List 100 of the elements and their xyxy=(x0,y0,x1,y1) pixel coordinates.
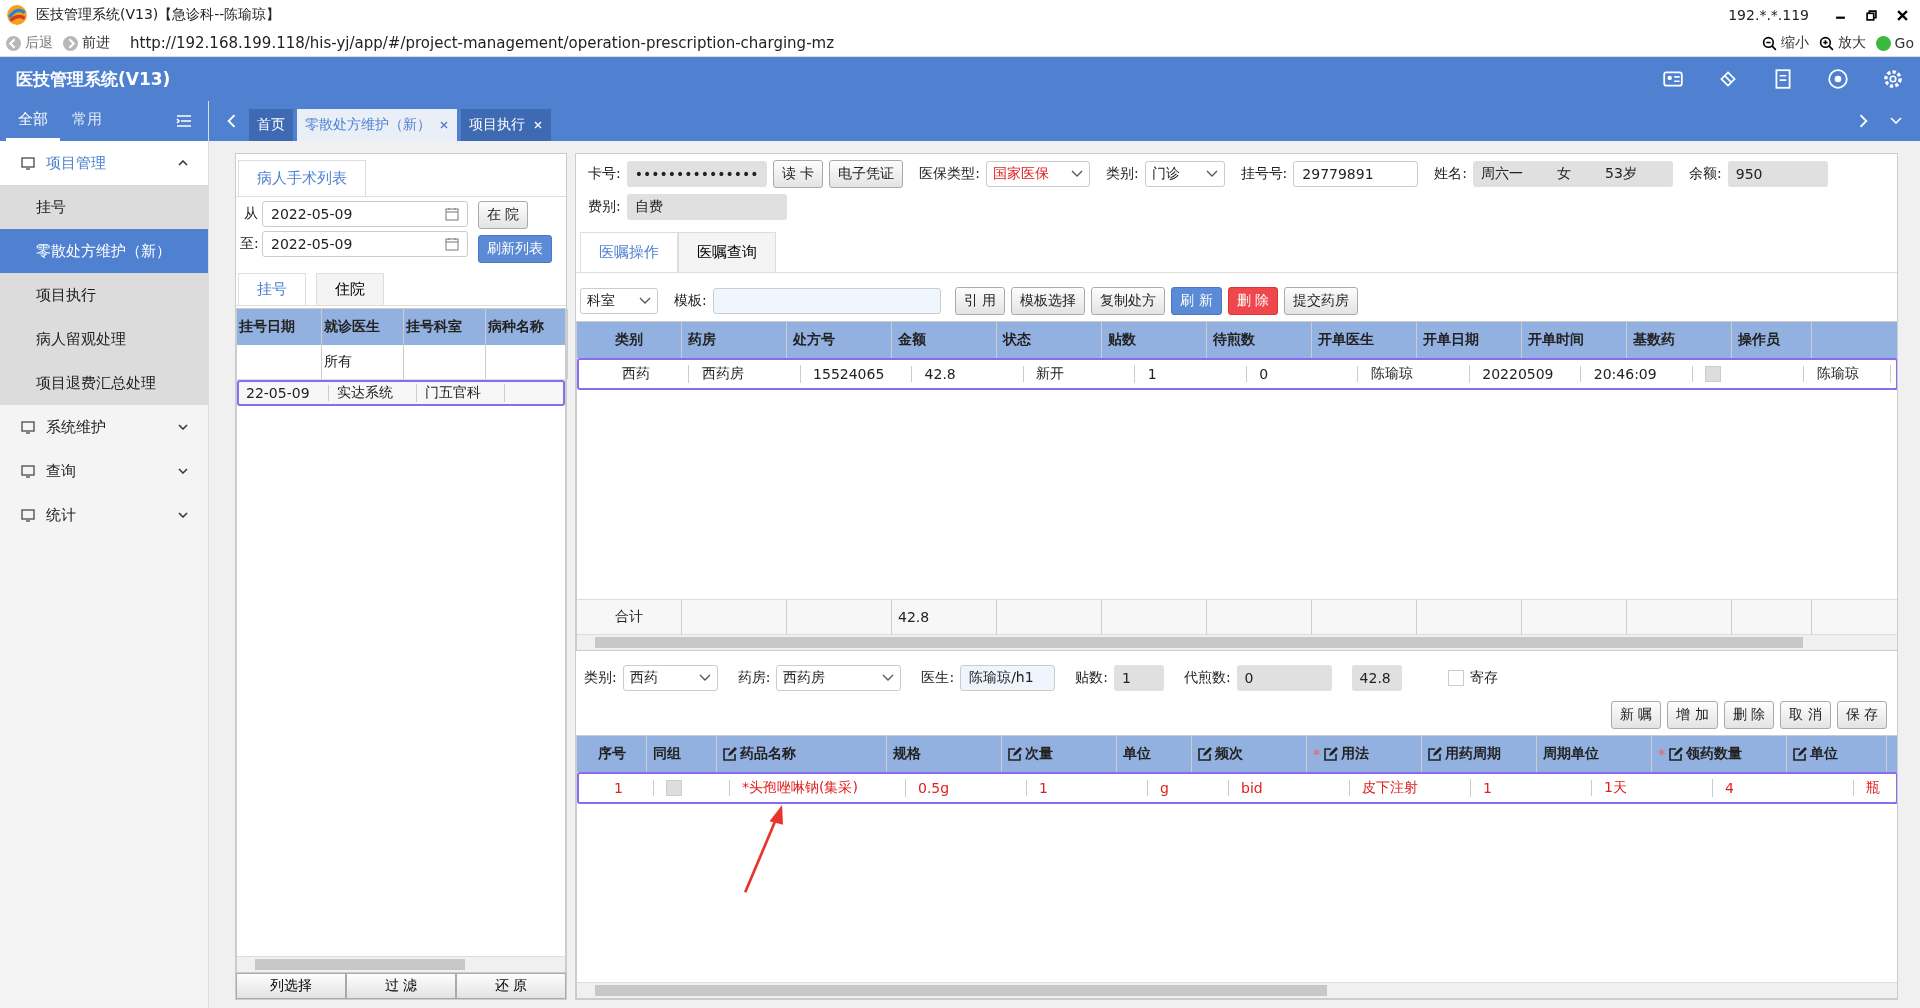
settings-icon[interactable] xyxy=(1882,68,1904,90)
zoom-out-button[interactable]: 缩小 xyxy=(1761,34,1809,52)
column-header[interactable]: 规格 xyxy=(887,736,1002,772)
toolbar-button[interactable]: 引 用 xyxy=(954,287,1006,315)
card-button[interactable]: 读 卡 xyxy=(772,160,824,188)
calendar-icon[interactable] xyxy=(445,207,459,221)
column-header[interactable]: 挂号日期 xyxy=(237,309,322,345)
column-header[interactable]: 频次 xyxy=(1192,736,1307,772)
column-header[interactable]: 开单时间 xyxy=(1522,322,1627,358)
menu-item[interactable]: 病人留观处理 xyxy=(0,317,208,361)
zoom-in-button[interactable]: 放大 xyxy=(1818,34,1866,52)
restore-icon[interactable] xyxy=(1866,9,1877,21)
menu-group[interactable]: 项目管理 xyxy=(0,141,208,185)
column-header[interactable]: 基数药 xyxy=(1627,322,1732,358)
horizontal-scrollbar[interactable] xyxy=(577,634,1897,650)
action-button[interactable]: 新 嘱 xyxy=(1610,701,1662,729)
column-header[interactable]: * 用法 xyxy=(1307,736,1422,772)
go-button[interactable]: Go xyxy=(1875,35,1914,51)
toolbar-button[interactable]: 模板选择 xyxy=(1011,287,1086,315)
column-header[interactable]: * 领药数量 xyxy=(1652,736,1787,772)
column-header[interactable]: 开单日期 xyxy=(1417,322,1522,358)
forward-icon xyxy=(63,35,78,51)
panel-button[interactable]: 在 院 xyxy=(478,201,529,229)
date-field[interactable]: 2022-05-09 xyxy=(262,201,468,227)
registration-field[interactable]: 29779891 xyxy=(1293,161,1419,187)
horizontal-scrollbar[interactable] xyxy=(237,956,565,972)
menu-item[interactable]: 零散处方维护（新） xyxy=(0,229,208,273)
doctor-field[interactable]: 陈瑜琼/h1 xyxy=(960,665,1056,691)
action-button[interactable]: 删 除 xyxy=(1723,701,1775,729)
scroll-left-icon[interactable] xyxy=(225,114,237,128)
field-label: 类别: xyxy=(1105,165,1139,183)
action-button[interactable]: 增 加 xyxy=(1667,701,1718,729)
column-header[interactable]: 处方号 xyxy=(787,322,892,358)
footer-button[interactable]: 还 原 xyxy=(456,973,566,999)
pharmacy-select[interactable]: 西药房 xyxy=(776,665,902,691)
checkbox[interactable] xyxy=(666,780,682,796)
forward-button[interactable]: 前进 xyxy=(63,34,110,52)
back-button[interactable]: 后退 xyxy=(6,34,53,52)
table-cell: 1天 xyxy=(1604,779,1627,797)
column-header[interactable]: 状态 xyxy=(997,322,1102,358)
column-header[interactable]: 贴数 xyxy=(1102,322,1207,358)
column-header[interactable]: 同组 xyxy=(647,736,717,772)
menu-item[interactable]: 项目退费汇总处理 xyxy=(0,361,208,405)
column-header[interactable]: 类别 xyxy=(577,322,682,358)
column-header[interactable]: 周期单位 xyxy=(1537,736,1652,772)
column-header[interactable]: 用药周期 xyxy=(1422,736,1537,772)
menu-item[interactable]: 挂号 xyxy=(0,185,208,229)
action-button[interactable]: 保 存 xyxy=(1836,701,1887,729)
page-tab[interactable]: 首页 xyxy=(249,109,293,141)
category-select[interactable]: 门诊 xyxy=(1144,161,1225,187)
template-field[interactable] xyxy=(712,288,941,314)
panel-tab[interactable]: 病人手术列表 xyxy=(238,160,366,196)
date-field[interactable]: 2022-05-09 xyxy=(262,231,468,257)
page-tab[interactable]: 零散处方维护（新） xyxy=(297,109,457,141)
column-header[interactable]: 开单医生 xyxy=(1312,322,1417,358)
toolbar-button[interactable]: 提交药房 xyxy=(1284,287,1359,315)
menu-item[interactable]: 项目执行 xyxy=(0,273,208,317)
column-header[interactable]: 操作员 xyxy=(1732,322,1812,358)
column-header[interactable]: 金额 xyxy=(892,322,997,358)
edit-icon xyxy=(1324,747,1339,761)
footer-button[interactable]: 过 滤 xyxy=(346,973,456,999)
calendar-icon[interactable] xyxy=(445,237,459,251)
department-select[interactable]: 科室 xyxy=(580,288,658,314)
table-cell: 1 xyxy=(1039,780,1048,796)
page-tab[interactable]: 项目执行 xyxy=(461,109,551,141)
column-header[interactable]: 待煎数 xyxy=(1207,322,1312,358)
column-header[interactable]: 单位 xyxy=(1117,736,1192,772)
table-row[interactable]: 1 *头孢唑啉钠(集采) 0.5g 1 g bid 皮下注射 1 1天 4 瓶 xyxy=(577,772,1897,804)
table-row[interactable]: 西药 西药房 15524065 42.8 新开 1 0 陈瑜琼 20220509 20:46:09 陈瑜琼 xyxy=(577,358,1897,390)
checkbox[interactable] xyxy=(1705,366,1722,382)
column-header[interactable]: 次量 xyxy=(1002,736,1117,772)
order-tab[interactable]: 医嘱操作 xyxy=(580,232,678,272)
toolbar-button[interactable]: 复制处方 xyxy=(1091,287,1166,315)
category-select[interactable]: 西药 xyxy=(622,665,718,691)
column-header[interactable]: 单位 xyxy=(1787,736,1887,772)
action-button[interactable]: 取 消 xyxy=(1780,701,1831,729)
horizontal-scrollbar[interactable] xyxy=(577,982,1897,998)
card-button[interactable]: 电子凭证 xyxy=(829,160,904,188)
chevron-icon xyxy=(178,160,188,166)
footer-button[interactable]: 列选择 xyxy=(236,973,346,999)
url-field[interactable]: http://192.168.199.118/his-yj/app/#/project-management/operation-prescription-charging-mz xyxy=(130,34,835,52)
status-dot-icon xyxy=(1875,35,1891,51)
menu-icon[interactable] xyxy=(176,114,192,128)
scroll-right-icon[interactable] xyxy=(1858,114,1870,128)
column-header[interactable]: 药品名称 xyxy=(717,736,887,772)
column-header[interactable]: 挂号科室 xyxy=(404,309,486,345)
card-number-field[interactable]: ••••••••••••••• xyxy=(626,161,767,187)
monitor-icon xyxy=(20,463,36,479)
list-tab[interactable]: 挂号 xyxy=(238,273,306,305)
order-tab[interactable]: 医嘱查询 xyxy=(678,232,776,272)
toolbar-button[interactable]: 删 除 xyxy=(1227,287,1279,315)
column-header[interactable]: 药房 xyxy=(682,322,787,358)
table-row[interactable]: 22-05-09 实达系统 门五官科 xyxy=(237,380,565,406)
insurance-select[interactable]: 国家医保 xyxy=(985,161,1090,187)
checkbox[interactable] xyxy=(1447,670,1464,686)
close-icon[interactable] xyxy=(1897,9,1908,21)
list-tab[interactable]: 住院 xyxy=(316,273,384,305)
column-header[interactable]: 序号 xyxy=(577,736,647,772)
column-header[interactable]: 病种名称 xyxy=(486,309,568,345)
column-header[interactable]: 就诊医生 xyxy=(322,309,404,345)
